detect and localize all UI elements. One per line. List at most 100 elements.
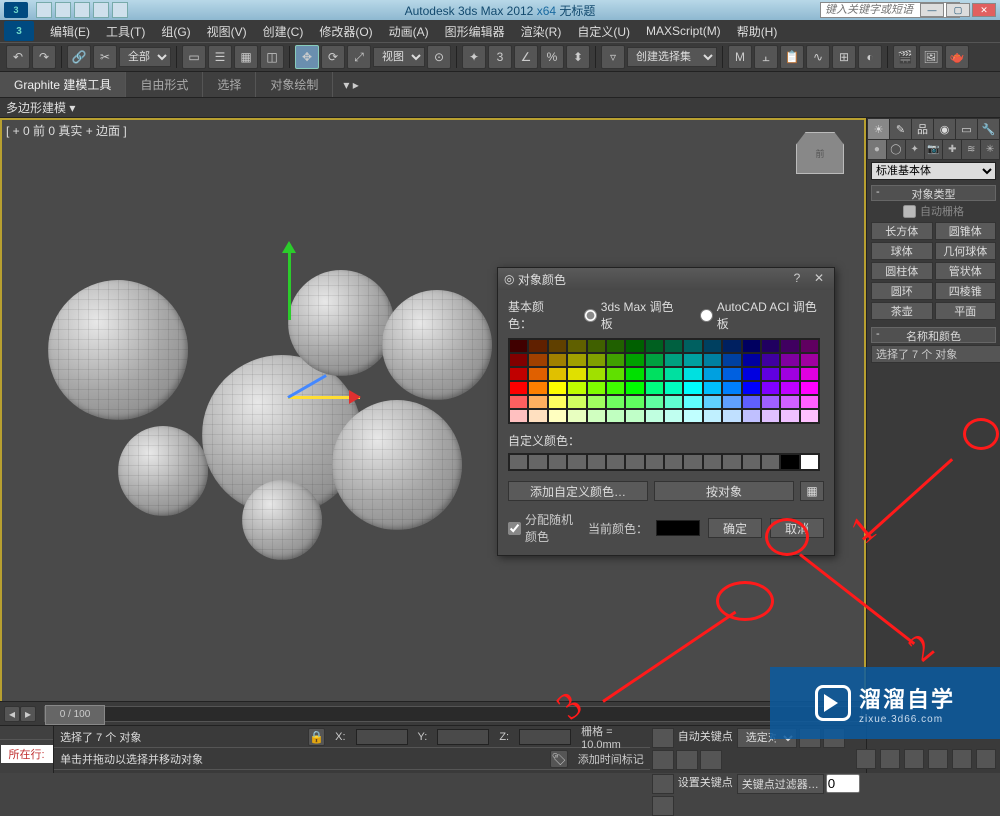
geo-teapot[interactable]: 茶壶 bbox=[871, 302, 933, 320]
dialog-close-icon[interactable]: ✕ bbox=[810, 271, 828, 287]
lights-icon[interactable]: ✦ bbox=[906, 140, 924, 159]
custom-swatch[interactable] bbox=[742, 454, 761, 470]
qat-icon[interactable] bbox=[112, 2, 128, 18]
window-crossing-button[interactable]: ◫ bbox=[260, 45, 284, 69]
minimize-button[interactable]: — bbox=[920, 3, 944, 17]
align-button[interactable]: ⫠ bbox=[754, 45, 778, 69]
script-listener-button[interactable]: 所在行: bbox=[1, 745, 53, 763]
palette-swatch[interactable] bbox=[683, 339, 702, 353]
palette-swatch[interactable] bbox=[683, 381, 702, 395]
palette-swatch[interactable] bbox=[548, 367, 567, 381]
current-frame-input[interactable] bbox=[826, 774, 860, 793]
palette-swatch[interactable] bbox=[606, 339, 625, 353]
qat-icon[interactable] bbox=[36, 2, 52, 18]
palette-swatch[interactable] bbox=[780, 395, 799, 409]
palette-swatch[interactable] bbox=[703, 339, 722, 353]
palette-swatch[interactable] bbox=[567, 367, 586, 381]
palette-swatch[interactable] bbox=[800, 353, 819, 367]
palette-swatch[interactable] bbox=[742, 409, 761, 423]
scene-sphere[interactable] bbox=[48, 280, 188, 420]
palette-swatch[interactable] bbox=[780, 367, 799, 381]
palette-swatch[interactable] bbox=[528, 409, 547, 423]
by-object-button[interactable]: 按对象 bbox=[654, 481, 794, 501]
palette-swatch[interactable] bbox=[625, 409, 644, 423]
geo-box[interactable]: 长方体 bbox=[871, 222, 933, 240]
palette-swatch[interactable] bbox=[800, 381, 819, 395]
scene-sphere[interactable] bbox=[332, 400, 462, 530]
palette-swatch[interactable] bbox=[664, 395, 683, 409]
palette-swatch[interactable] bbox=[683, 395, 702, 409]
custom-swatch[interactable] bbox=[664, 454, 683, 470]
rollout-name-color[interactable]: 名称和颜色 bbox=[871, 327, 996, 343]
autokey-button[interactable]: 自动关键点 bbox=[676, 728, 735, 744]
app-menu-button[interactable]: 3 bbox=[4, 21, 34, 41]
menu-tools[interactable]: 工具(T) bbox=[98, 20, 153, 43]
fov-icon[interactable] bbox=[928, 749, 948, 769]
ribbon-sub[interactable]: 多边形建模 ▾ bbox=[0, 98, 1000, 118]
palette-swatch[interactable] bbox=[722, 339, 741, 353]
palette-swatch[interactable] bbox=[509, 353, 528, 367]
menu-group[interactable]: 组(G) bbox=[153, 20, 198, 43]
render-button[interactable]: 🫖 bbox=[945, 45, 969, 69]
palette-swatch[interactable] bbox=[645, 395, 664, 409]
zoom-icon[interactable] bbox=[880, 749, 900, 769]
menu-animation[interactable]: 动画(A) bbox=[381, 20, 437, 43]
palette-swatch[interactable] bbox=[742, 339, 761, 353]
qat-icon[interactable] bbox=[93, 2, 109, 18]
palette-swatch[interactable] bbox=[509, 339, 528, 353]
menu-rendering[interactable]: 渲染(R) bbox=[513, 20, 570, 43]
palette-swatch[interactable] bbox=[761, 395, 780, 409]
palette-swatch[interactable] bbox=[587, 353, 606, 367]
close-button[interactable]: ✕ bbox=[972, 3, 996, 17]
palette-swatch[interactable] bbox=[800, 367, 819, 381]
palette-swatch[interactable] bbox=[548, 339, 567, 353]
assign-random-checkbox[interactable]: 分配随机颜色 bbox=[508, 511, 580, 545]
palette-swatch[interactable] bbox=[780, 409, 799, 423]
qat-icon[interactable] bbox=[74, 2, 90, 18]
angle-snap-button[interactable]: ∠ bbox=[514, 45, 538, 69]
maximize-button[interactable]: ▢ bbox=[946, 3, 970, 17]
palette-swatch[interactable] bbox=[528, 339, 547, 353]
menu-create[interactable]: 创建(C) bbox=[255, 20, 312, 43]
key-mode-icon[interactable] bbox=[652, 728, 674, 748]
palette-swatch[interactable] bbox=[761, 339, 780, 353]
custom-swatch[interactable] bbox=[587, 454, 606, 470]
menu-help[interactable]: 帮助(H) bbox=[729, 20, 786, 43]
geo-cone[interactable]: 圆锥体 bbox=[935, 222, 997, 240]
palette-swatch[interactable] bbox=[722, 381, 741, 395]
palette-swatch[interactable] bbox=[645, 409, 664, 423]
palette-swatch[interactable] bbox=[645, 381, 664, 395]
zoom-extents-icon[interactable] bbox=[904, 749, 924, 769]
palette-swatch[interactable] bbox=[509, 367, 528, 381]
geo-pyramid[interactable]: 四棱锥 bbox=[935, 282, 997, 300]
setkey-icon[interactable] bbox=[652, 774, 674, 794]
lock-icon[interactable]: 🔒 bbox=[308, 728, 325, 746]
ribbon-tab-graphite[interactable]: Graphite 建模工具 bbox=[0, 72, 126, 97]
undo-button[interactable]: ↶ bbox=[6, 45, 30, 69]
palette-swatch[interactable] bbox=[509, 381, 528, 395]
time-tag-icon[interactable]: 🏷 bbox=[550, 750, 568, 768]
palette-swatch[interactable] bbox=[761, 409, 780, 423]
geo-geosphere[interactable]: 几何球体 bbox=[935, 242, 997, 260]
layer-button[interactable]: 📋 bbox=[780, 45, 804, 69]
time-config-icon[interactable] bbox=[652, 796, 674, 816]
custom-swatch[interactable] bbox=[509, 454, 528, 470]
cameras-icon[interactable]: 📷 bbox=[925, 140, 943, 159]
utilities-tab-icon[interactable]: 🔧 bbox=[978, 119, 999, 139]
palette-swatch[interactable] bbox=[683, 353, 702, 367]
palette-swatch[interactable] bbox=[780, 353, 799, 367]
menu-edit[interactable]: 编辑(E) bbox=[42, 20, 98, 43]
geo-sphere[interactable]: 球体 bbox=[871, 242, 933, 260]
palette-swatch[interactable] bbox=[742, 395, 761, 409]
palette-swatch[interactable] bbox=[800, 409, 819, 423]
link-button[interactable]: 🔗 bbox=[67, 45, 91, 69]
palette-swatch[interactable] bbox=[606, 381, 625, 395]
select-name-button[interactable]: ☰ bbox=[208, 45, 232, 69]
radio-autocad-palette[interactable]: AutoCAD ACI 调色板 bbox=[700, 298, 824, 332]
custom-swatch[interactable] bbox=[761, 454, 780, 470]
y-input[interactable] bbox=[437, 729, 489, 745]
palette-swatch[interactable] bbox=[587, 367, 606, 381]
named-sel-button[interactable]: ▿ bbox=[601, 45, 625, 69]
palette-swatch[interactable] bbox=[548, 381, 567, 395]
custom-swatch-white[interactable] bbox=[800, 454, 819, 470]
